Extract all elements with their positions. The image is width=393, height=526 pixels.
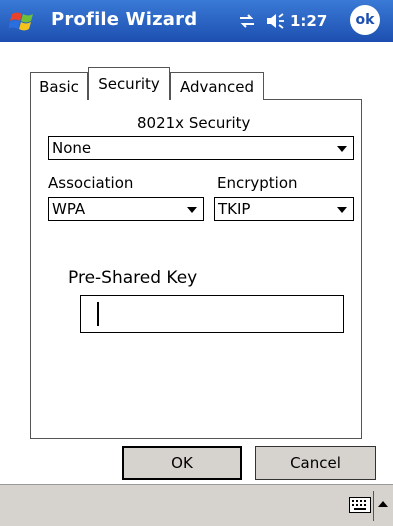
speaker-icon[interactable] <box>265 11 285 31</box>
title-bar: Profile Wizard 1:27 ok <box>0 0 393 42</box>
psk-input[interactable] <box>80 295 344 333</box>
psk-label: Pre-Shared Key <box>68 268 198 288</box>
encryption-label: Encryption <box>217 174 298 192</box>
security-type-select[interactable]: None <box>48 136 354 160</box>
chevron-down-icon <box>337 146 347 152</box>
windows-flag-icon[interactable] <box>9 8 39 34</box>
tab-advanced[interactable]: Advanced <box>170 72 264 100</box>
encryption-value: TKIP <box>218 200 251 218</box>
ok-button[interactable]: OK <box>122 446 242 480</box>
tab-basic[interactable]: Basic <box>30 72 88 100</box>
window-title: Profile Wizard <box>51 9 198 30</box>
ok-title-button[interactable]: ok <box>350 5 380 35</box>
association-value: WPA <box>52 200 86 218</box>
clock[interactable]: 1:27 <box>290 12 327 30</box>
security-type-value: None <box>52 139 92 157</box>
text-caret <box>97 302 99 326</box>
keyboard-icon[interactable] <box>349 497 371 513</box>
sip-divider <box>373 491 374 521</box>
cancel-button[interactable]: Cancel <box>255 446 376 480</box>
tab-security[interactable]: Security <box>88 67 170 100</box>
encryption-select[interactable]: TKIP <box>214 197 354 221</box>
chevron-down-icon <box>187 207 197 213</box>
chevron-down-icon <box>337 207 347 213</box>
sip-arrow-icon[interactable] <box>377 499 389 509</box>
connectivity-icon[interactable] <box>238 12 256 30</box>
association-label: Association <box>48 174 134 192</box>
active-tab-joiner <box>89 98 169 101</box>
association-select[interactable]: WPA <box>48 197 204 221</box>
security-type-label: 8021x Security <box>137 114 251 132</box>
menu-bar <box>0 484 393 526</box>
